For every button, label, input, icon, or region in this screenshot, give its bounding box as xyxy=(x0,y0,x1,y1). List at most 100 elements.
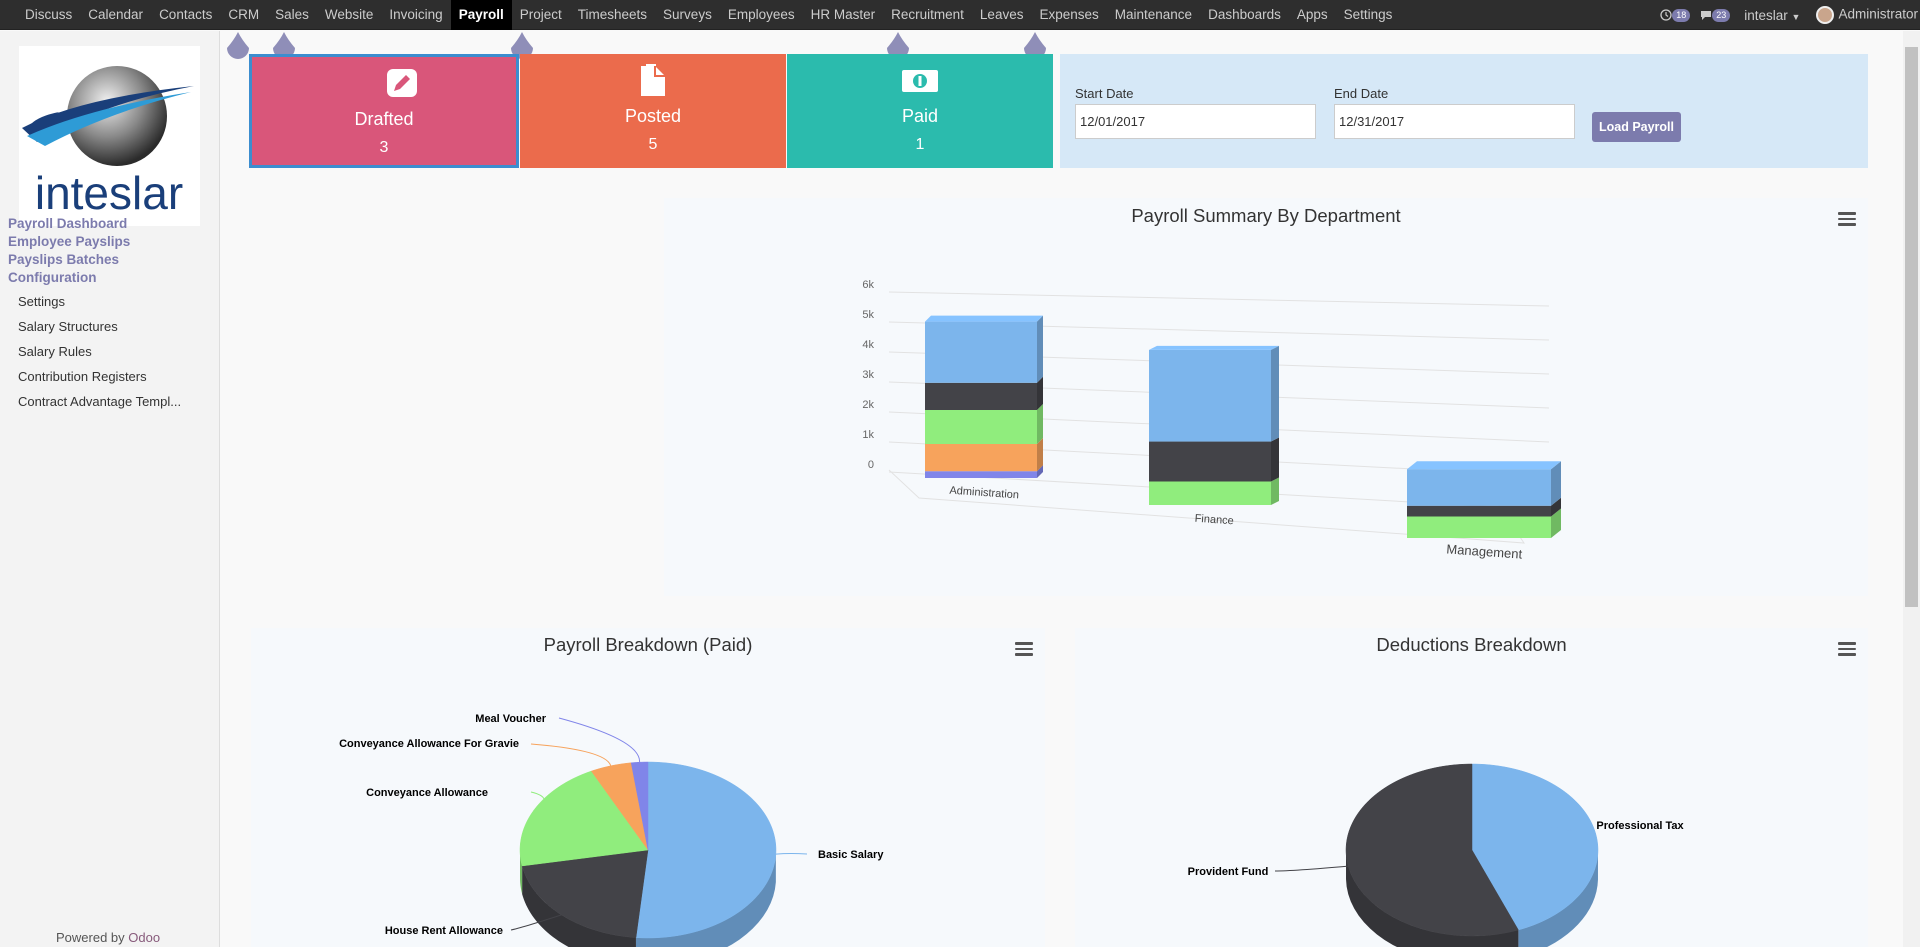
sidebar-menu-item[interactable]: Contract Advantage Templ... xyxy=(18,394,181,409)
page-scrollbar[interactable] xyxy=(1903,31,1920,947)
bar-segment[interactable] xyxy=(1149,349,1271,442)
app-menu-item[interactable]: Settings xyxy=(1336,0,1401,30)
pie-connector xyxy=(1274,865,1349,872)
drafted-label: Drafted xyxy=(354,109,414,129)
sidebar-menu-item[interactable]: Payslips Batches xyxy=(8,252,119,267)
pie-connector xyxy=(558,717,641,763)
bar-segment[interactable] xyxy=(1407,469,1551,506)
pie-connector xyxy=(530,743,612,767)
user-menu[interactable]: Administrator xyxy=(1816,6,1918,24)
app-menu-item[interactable]: Invoicing xyxy=(381,0,450,30)
app-menu-item[interactable]: CRM xyxy=(220,0,267,30)
app-menu-item[interactable]: Maintenance xyxy=(1107,0,1200,30)
sidebar-menu-item[interactable]: Settings xyxy=(18,294,65,309)
paid-card[interactable]: Paid 1 xyxy=(787,54,1053,168)
date-filter-panel: Start Date End Date Load Payroll xyxy=(1060,54,1868,168)
bar-segment[interactable] xyxy=(925,410,1037,444)
bar-segment[interactable] xyxy=(1407,505,1551,517)
x-category-label: Administration xyxy=(949,485,1019,502)
start-date-input[interactable] xyxy=(1075,104,1316,139)
bar-top xyxy=(1149,345,1279,350)
end-date-input[interactable] xyxy=(1334,104,1575,139)
app-menu-item[interactable]: Dashboards xyxy=(1200,0,1289,30)
app-menu-item[interactable]: Payroll xyxy=(450,0,512,30)
posted-count: 5 xyxy=(648,136,658,153)
x-category-label: Finance xyxy=(1194,513,1234,528)
money-icon xyxy=(902,70,938,92)
pencil-icon xyxy=(387,69,417,97)
app-menu-item[interactable]: Calendar xyxy=(80,0,151,30)
bar-segment-side xyxy=(1271,345,1279,442)
company-logo: inteslar xyxy=(19,46,200,226)
app-menu-item[interactable]: Sales xyxy=(267,0,317,30)
app-menu-item[interactable]: Apps xyxy=(1289,0,1336,30)
app-menu-item[interactable]: Timesheets xyxy=(570,0,655,30)
bar-segment-side xyxy=(1271,477,1279,505)
sidebar-menu-item[interactable]: Salary Rules xyxy=(18,344,92,359)
y-tick-label: 6k xyxy=(862,279,874,291)
bar-segment-side xyxy=(1271,437,1279,482)
scrollbar-thumb[interactable] xyxy=(1905,47,1918,607)
drafted-card[interactable]: Drafted 3 xyxy=(249,54,519,168)
sidebar-menu-item[interactable]: Configuration xyxy=(8,270,96,285)
paid-label: Paid xyxy=(901,106,939,126)
app-menu-item[interactable]: Surveys xyxy=(655,0,720,30)
activity-icon[interactable]: 18 xyxy=(1660,8,1691,22)
pie-label: Provident Fund xyxy=(1188,866,1269,878)
tour-pin-icon[interactable] xyxy=(224,30,252,60)
app-menu-item[interactable]: Website xyxy=(317,0,382,30)
bar-segment-side xyxy=(1037,315,1043,383)
bar-segment[interactable] xyxy=(925,471,1037,478)
bar-segment[interactable] xyxy=(1407,516,1551,539)
sidebar-menu-item[interactable]: Payroll Dashboard xyxy=(8,216,127,231)
pie-connector xyxy=(775,853,808,855)
start-date-label: Start Date xyxy=(1075,86,1134,101)
messages-icon[interactable]: 23 xyxy=(1700,8,1731,22)
load-payroll-button[interactable]: Load Payroll xyxy=(1592,112,1681,142)
app-menu-item[interactable]: Discuss xyxy=(17,0,80,30)
bar-top xyxy=(925,315,1043,322)
end-date-label: End Date xyxy=(1334,86,1389,101)
user-name: Administrator xyxy=(1838,6,1918,22)
posted-card[interactable]: Posted 5 xyxy=(520,54,786,168)
app-menu-item[interactable]: Employees xyxy=(720,0,803,30)
summary-chart-panel: Payroll Summary By Department 0 1k 2k 3k 4k 5… xyxy=(664,198,1868,596)
deductions-pie-chart: Professional Tax Provident Fund xyxy=(1188,763,1684,947)
app-menu-item[interactable]: Recruitment xyxy=(883,0,972,30)
y-tick-label: 3k xyxy=(862,369,874,381)
app-menu-item[interactable]: Leaves xyxy=(972,0,1032,30)
app-menu-item[interactable]: Contacts xyxy=(151,0,220,30)
paid-pie-chart: Basic Salary House Rent Allowance Conveyan… xyxy=(339,713,884,947)
sidebar-menu-item[interactable]: Contribution Registers xyxy=(18,369,147,384)
sidebar: inteslar Payroll Dashboard Employee Paysl… xyxy=(0,31,220,947)
topbar-right: 18 23 inteslar ▼ Administrator xyxy=(1660,0,1920,30)
caret-down-icon: ▼ xyxy=(1791,11,1801,22)
document-icon xyxy=(641,64,665,96)
company-switcher[interactable]: inteslar ▼ xyxy=(1744,8,1800,23)
sidebar-menu-item[interactable]: Employee Payslips xyxy=(8,234,130,249)
logo-wordmark: inteslar xyxy=(35,167,183,219)
powered-by: Powered by Odoo xyxy=(56,930,160,945)
bar-segment[interactable] xyxy=(1149,441,1271,482)
deductions-chart-panel: Deductions Breakdown Professional Tax Pro… xyxy=(1075,628,1868,947)
logo-graphic: inteslar xyxy=(22,66,194,219)
app-menu-item[interactable]: HR Master xyxy=(803,0,884,30)
bar-segment-side xyxy=(1037,404,1043,444)
pie-label: House Rent Allowance xyxy=(385,925,503,937)
bar-segment[interactable] xyxy=(925,382,1037,410)
app-menu-item[interactable]: Expenses xyxy=(1031,0,1106,30)
activity-count-badge: 18 xyxy=(1672,8,1691,22)
bar-segment[interactable] xyxy=(1149,481,1271,506)
sidebar-menu-item[interactable]: Salary Structures xyxy=(18,319,118,334)
bar-segment[interactable] xyxy=(925,321,1037,383)
powered-by-text: Powered by xyxy=(56,930,125,945)
pie-label: Conveyance Allowance For Gravie xyxy=(339,738,519,750)
app-menu-item[interactable]: Project xyxy=(512,0,570,30)
pie-label: Professional Tax xyxy=(1596,820,1684,832)
bar-top xyxy=(1407,461,1561,470)
y-tick-label: 5k xyxy=(862,309,874,321)
drafted-count: 3 xyxy=(379,139,389,156)
bar-segment[interactable] xyxy=(925,444,1037,472)
paid-chart-panel: Payroll Breakdown (Paid) Basic Salary Hou… xyxy=(251,628,1045,947)
odoo-link[interactable]: Odoo xyxy=(128,930,160,945)
